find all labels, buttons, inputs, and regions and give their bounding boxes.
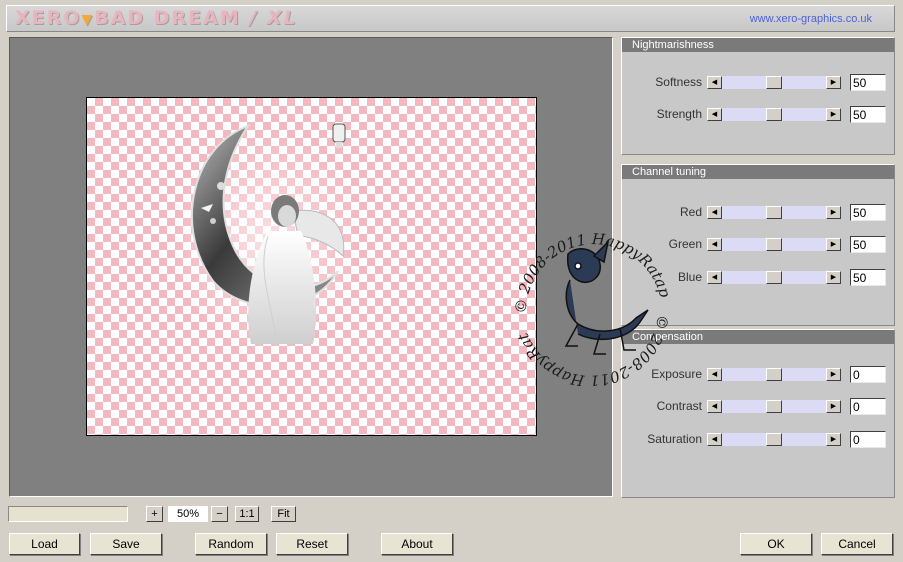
green-slider-row: Green ◀ ▶ bbox=[622, 236, 896, 254]
green-decrease-button[interactable]: ◀ bbox=[707, 238, 722, 251]
preview-canvas[interactable] bbox=[86, 97, 537, 436]
blue-thumb[interactable] bbox=[766, 271, 782, 284]
exposure-thumb[interactable] bbox=[766, 368, 782, 381]
blue-slider-row: Blue ◀ ▶ bbox=[622, 269, 896, 287]
saturation-input[interactable] bbox=[850, 431, 886, 448]
green-label: Green bbox=[668, 237, 702, 251]
red-label: Red bbox=[679, 205, 702, 219]
contrast-label: Contrast bbox=[656, 399, 702, 413]
saturation-thumb[interactable] bbox=[766, 433, 782, 446]
strength-input[interactable] bbox=[850, 106, 886, 123]
strength-label: Strength bbox=[656, 107, 702, 121]
green-thumb[interactable] bbox=[766, 238, 782, 251]
save-button[interactable]: Save bbox=[90, 533, 162, 555]
exposure-track[interactable] bbox=[722, 368, 826, 381]
strength-decrease-button[interactable]: ◀ bbox=[707, 108, 722, 121]
red-decrease-button[interactable]: ◀ bbox=[707, 206, 722, 219]
softness-label: Softness bbox=[655, 75, 702, 89]
saturation-decrease-button[interactable]: ◀ bbox=[707, 433, 722, 446]
ok-button[interactable]: OK bbox=[740, 533, 812, 555]
blue-decrease-button[interactable]: ◀ bbox=[707, 271, 722, 284]
blue-input[interactable] bbox=[850, 269, 886, 286]
blue-track[interactable] bbox=[722, 271, 826, 284]
blue-label: Blue bbox=[677, 270, 702, 284]
saturation-slider-row: Saturation ◀ ▶ bbox=[622, 431, 896, 449]
app-logo: XERO▼BAD DREAM / XL bbox=[15, 7, 298, 29]
exposure-increase-button[interactable]: ▶ bbox=[826, 368, 841, 381]
actual-size-button[interactable]: 1:1 bbox=[235, 506, 259, 522]
compensation-group: Compensation Exposure ◀ ▶ Contrast ◀ ▶ S… bbox=[621, 329, 895, 498]
red-slider-row: Red ◀ ▶ bbox=[622, 204, 896, 222]
strength-increase-button[interactable]: ▶ bbox=[826, 108, 841, 121]
exposure-input[interactable] bbox=[850, 366, 886, 383]
blue-increase-button[interactable]: ▶ bbox=[826, 271, 841, 284]
random-button[interactable]: Random bbox=[195, 533, 267, 555]
zoom-out-button[interactable]: − bbox=[211, 506, 228, 522]
about-button[interactable]: About bbox=[381, 533, 453, 555]
softness-input[interactable] bbox=[850, 74, 886, 91]
reset-button[interactable]: Reset bbox=[276, 533, 348, 555]
saturation-label: Saturation bbox=[647, 432, 702, 446]
softness-decrease-button[interactable]: ◀ bbox=[707, 76, 722, 89]
logo-text-xl: / XL bbox=[240, 7, 298, 29]
saturation-increase-button[interactable]: ▶ bbox=[826, 433, 841, 446]
contrast-thumb[interactable] bbox=[766, 400, 782, 413]
softness-increase-button[interactable]: ▶ bbox=[826, 76, 841, 89]
contrast-decrease-button[interactable]: ◀ bbox=[707, 400, 722, 413]
compensation-title: Compensation bbox=[622, 330, 894, 344]
nightmarishness-group: Nightmarishness Softness ◀ ▶ Strength ◀ … bbox=[621, 37, 895, 155]
exposure-slider-row: Exposure ◀ ▶ bbox=[622, 366, 896, 384]
contrast-track[interactable] bbox=[722, 400, 826, 413]
fit-button[interactable]: Fit bbox=[271, 506, 296, 522]
strength-slider-row: Strength ◀ ▶ bbox=[622, 106, 896, 124]
softness-thumb[interactable] bbox=[766, 76, 782, 89]
title-bar: XERO▼BAD DREAM / XL www.xero-graphics.co… bbox=[6, 5, 895, 32]
red-thumb[interactable] bbox=[766, 206, 782, 219]
channel-tuning-group: Channel tuning Red ◀ ▶ Green ◀ ▶ Blue ◀ … bbox=[621, 164, 895, 326]
contrast-slider-row: Contrast ◀ ▶ bbox=[622, 398, 896, 416]
exposure-decrease-button[interactable]: ◀ bbox=[707, 368, 722, 381]
exposure-label: Exposure bbox=[651, 367, 702, 381]
preview-panel[interactable] bbox=[9, 37, 613, 497]
nightmarishness-title: Nightmarishness bbox=[622, 38, 894, 52]
green-increase-button[interactable]: ▶ bbox=[826, 238, 841, 251]
channel-tuning-title: Channel tuning bbox=[622, 165, 894, 179]
green-track[interactable] bbox=[722, 238, 826, 251]
saturation-track[interactable] bbox=[722, 433, 826, 446]
load-button[interactable]: Load bbox=[9, 533, 80, 555]
angel-moon-artwork bbox=[173, 123, 353, 348]
strength-thumb[interactable] bbox=[766, 108, 782, 121]
contrast-increase-button[interactable]: ▶ bbox=[826, 400, 841, 413]
logo-text-xero: XERO bbox=[15, 7, 82, 29]
red-input[interactable] bbox=[850, 204, 886, 221]
cancel-button[interactable]: Cancel bbox=[821, 533, 893, 555]
softness-track[interactable] bbox=[722, 76, 826, 89]
logo-triangle: ▼ bbox=[81, 12, 95, 28]
contrast-input[interactable] bbox=[850, 398, 886, 415]
strength-track[interactable] bbox=[722, 108, 826, 121]
red-track[interactable] bbox=[722, 206, 826, 219]
website-link[interactable]: www.xero-graphics.co.uk bbox=[750, 13, 872, 25]
zoom-level: 50% bbox=[168, 506, 208, 522]
red-increase-button[interactable]: ▶ bbox=[826, 206, 841, 219]
status-field bbox=[8, 506, 128, 522]
green-input[interactable] bbox=[850, 236, 886, 253]
logo-text-bad-dream: BAD DREAM bbox=[94, 7, 241, 29]
zoom-in-button[interactable]: + bbox=[146, 506, 163, 522]
softness-slider-row: Softness ◀ ▶ bbox=[622, 74, 896, 92]
